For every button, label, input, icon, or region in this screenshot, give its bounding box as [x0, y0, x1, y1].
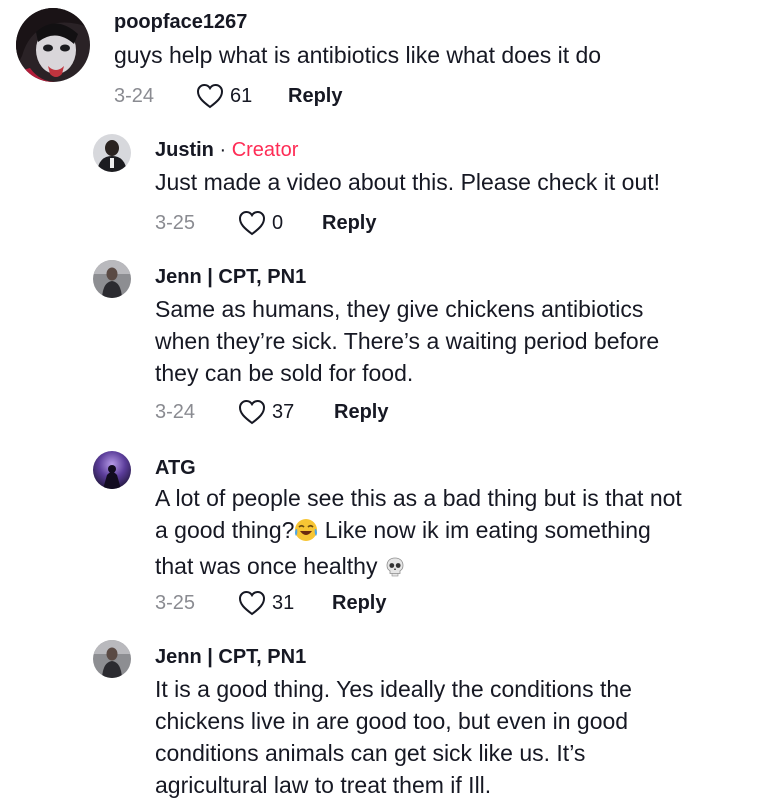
heart-outline-icon [238, 590, 266, 616]
like-count: 37 [272, 400, 295, 423]
like-button[interactable]: 37 [238, 399, 334, 425]
skull-emoji-icon [384, 554, 406, 586]
comment-meta: 3-25 0 Reply [155, 208, 376, 238]
comment-text-line: agricultural law to treat them if Ill. [155, 772, 492, 798]
comment-username[interactable]: ATG [155, 456, 196, 480]
comment-text-line: conditions animals can get sick like us.… [155, 740, 586, 766]
heart-outline-icon [238, 210, 266, 236]
creator-badge: Creator [231, 139, 299, 161]
like-button[interactable]: 31 [238, 590, 332, 616]
reply-button[interactable]: Reply [288, 85, 342, 108]
reply-button[interactable]: Reply [334, 401, 388, 424]
comment-text-segment: a good thing? [155, 517, 295, 543]
comment-username[interactable]: Justin · Creator [155, 138, 298, 162]
comment-meta: 3-25 31 Reply [155, 588, 386, 618]
comment-username[interactable]: poopface1267 [114, 10, 247, 34]
like-count: 0 [272, 211, 284, 234]
comment-text-line: they can be sold for food. [155, 360, 414, 386]
reply-button[interactable]: Reply [322, 212, 376, 235]
user-avatar[interactable] [93, 640, 131, 678]
comment-text-segment: that was once healthy [155, 553, 384, 579]
comment-text-line: Just made a video about this. Please che… [155, 169, 661, 195]
user-avatar[interactable] [93, 451, 131, 489]
like-count: 31 [272, 591, 295, 614]
comment-text: Just made a video about this. Please che… [155, 166, 660, 198]
comment-text: guys help what is antibiotics like what … [114, 39, 601, 71]
comment-text-line: Same as humans, they give chickens antib… [155, 296, 644, 322]
laugh-emoji-icon [294, 518, 318, 550]
user-avatar[interactable] [16, 8, 90, 82]
comment-date: 3-24 [114, 84, 155, 107]
username-separator: · [213, 139, 232, 161]
comment-date: 3-25 [155, 591, 196, 614]
comment-username-text[interactable]: Justin [155, 139, 214, 161]
like-button[interactable]: 0 [238, 210, 322, 236]
comment-username[interactable]: Jenn | CPT, PN1 [155, 645, 306, 669]
comment-username[interactable]: Jenn | CPT, PN1 [155, 265, 306, 289]
like-count: 61 [230, 84, 253, 107]
comment-meta: 3-24 37 Reply [155, 397, 388, 427]
comment-text: A lot of people see this as a bad thing … [155, 482, 682, 586]
comment-text: It is a good thing. Yes ideally the cond… [155, 673, 632, 801]
comment-text-line: when they’re sick. There’s a waiting per… [155, 328, 660, 354]
user-avatar[interactable] [93, 260, 131, 298]
comment-text-line: a good thing? Like now ik im eating some… [155, 514, 682, 550]
user-avatar[interactable] [93, 134, 131, 172]
heart-outline-icon [196, 83, 224, 109]
comment-text-segment: Like now ik im eating something [318, 517, 651, 543]
like-button[interactable]: 61 [196, 83, 288, 109]
reply-button[interactable]: Reply [332, 592, 386, 615]
comment-text-line: guys help what is antibiotics like what … [114, 42, 602, 68]
comment-date: 3-24 [155, 400, 196, 423]
comment-text-line: that was once healthy [155, 550, 682, 586]
comment-text-line: It is a good thing. Yes ideally the cond… [155, 676, 632, 702]
heart-outline-icon [238, 399, 266, 425]
comment-meta: 3-24 61 Reply [114, 81, 342, 111]
comment-text: Same as humans, they give chickens antib… [155, 293, 659, 389]
comment-date: 3-25 [155, 211, 196, 234]
comment-text-line: chickens live in are good too, but even … [155, 708, 629, 734]
comment-text-line: A lot of people see this as a bad thing … [155, 485, 682, 511]
